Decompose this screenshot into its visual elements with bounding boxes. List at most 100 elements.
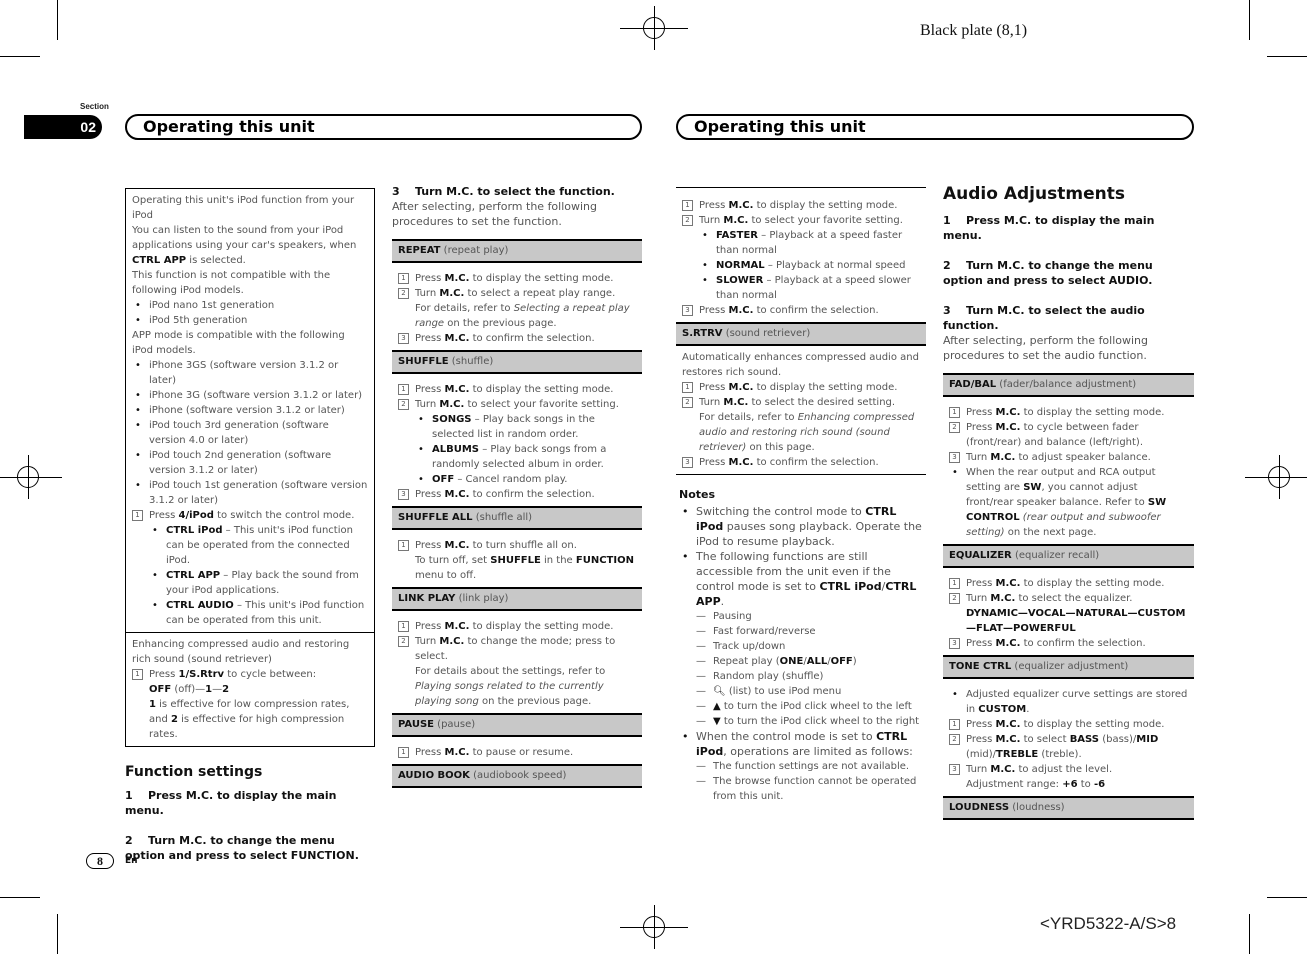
- notes-heading: Notes: [679, 488, 716, 501]
- page-title-right: Operating this unit: [676, 114, 1194, 140]
- triangle-up-icon: ▲: [713, 701, 721, 712]
- function-bar-srtrv: S.RTRV (sound retriever): [676, 322, 926, 346]
- cycle-values: OFF (off)—1—2: [149, 684, 230, 695]
- function-bar-link-play: LINK PLAY (link play): [392, 587, 642, 611]
- audio-bar-fad-bal: FAD/BAL (fader/balance adjustment): [943, 373, 1194, 397]
- page-title-left: Operating this unit: [125, 114, 642, 140]
- plate-label: Black plate (8,1): [920, 22, 1028, 39]
- step-1: 1 Press M.C. to display the setting mode.: [949, 576, 1188, 591]
- step-3: 3 Turn M.C. to adjust speaker balance.: [949, 450, 1188, 465]
- option-item: NORMAL – Playback at normal speed: [699, 258, 920, 273]
- step-3: 3 Press M.C. to confirm the selection.: [398, 331, 636, 346]
- audio-bar-tone-ctrl: TONE CTRL (equalizer adjustment): [943, 655, 1194, 679]
- step-number-icon: 3: [949, 452, 960, 463]
- step-heading: 2 Turn M.C. to change the menu option an…: [943, 259, 1157, 287]
- step-number-icon: 2: [682, 215, 693, 226]
- step-number-icon: 3: [398, 489, 409, 500]
- paragraph: This function is not compatible with the…: [132, 270, 331, 296]
- crop-mark: [1267, 56, 1307, 57]
- step-3: 3 Turn M.C. to adjust the level.: [949, 762, 1188, 777]
- mode-item: CTRL APP – Play back the sound from your…: [149, 568, 368, 598]
- list-item: iPod nano 1st generation: [132, 298, 368, 313]
- step-1: 1 Press M.C. to display the setting mode.: [398, 619, 636, 634]
- option-item: FASTER – Playback at a speed faster than…: [699, 228, 920, 258]
- note-item: Adjusted equalizer curve settings are st…: [949, 687, 1188, 717]
- step-number-icon: 3: [949, 638, 960, 649]
- registration-mark: [620, 905, 688, 949]
- sub-item: Repeat play (ONE/ALL/OFF): [696, 654, 923, 669]
- note-item: When the control mode is set to CTRL iPo…: [679, 729, 923, 759]
- step-number-icon: 1: [682, 200, 693, 211]
- step-1: 1 Press M.C. to display the setting mode.: [949, 717, 1188, 732]
- step-1: 1 Press M.C. to display the setting mode.: [398, 271, 636, 286]
- step-2: 2 Turn M.C. to change the mode; press to …: [398, 634, 636, 664]
- option-item: OFF – Cancel random play.: [415, 472, 636, 487]
- sub-item: The function settings are not available.: [696, 759, 923, 774]
- step-number-icon: 1: [132, 669, 143, 680]
- language-label: En: [125, 856, 138, 866]
- step-2: 2 Turn M.C. to select a repeat play range…: [398, 286, 636, 301]
- step-1: 1 Press M.C. to display the setting mode.: [949, 405, 1188, 420]
- mode-item: CTRL iPod – This unit's iPod function ca…: [149, 523, 368, 568]
- sub-item: ▼ to turn the iPod click wheel to the ri…: [696, 714, 923, 729]
- crop-mark: [57, 914, 58, 954]
- paragraph: You can listen to the sound from your iP…: [132, 225, 357, 266]
- step-number-icon: 1: [682, 382, 693, 393]
- step-2: 2 Turn M.C. to select your favorite setti…: [398, 397, 636, 412]
- step-1: 1 Press M.C. to display the setting mode.: [398, 382, 636, 397]
- ipod-app-info-box: Operating this unit's iPod function from…: [125, 188, 375, 747]
- step-1: 1 Press 1/S.Rtrv to cycle between:: [132, 667, 368, 682]
- mode-item: CTRL AUDIO – This unit's iPod function c…: [149, 598, 368, 628]
- detail: For details about the settings, refer to…: [415, 666, 606, 707]
- page-number: 8: [86, 853, 114, 869]
- step-2: 2 Press M.C. to select BASS (bass)/MID (m…: [949, 732, 1188, 762]
- note-item: When the rear output and RCA output sett…: [949, 465, 1188, 540]
- step-number-icon: 1: [398, 540, 409, 551]
- list-item: iPod touch 1st generation (software vers…: [132, 478, 368, 508]
- step-2: 2 Turn M.C. to select the desired setting…: [682, 395, 920, 410]
- step-1: 1 Press M.C. to display the setting mode.: [682, 380, 920, 395]
- step-3: 3 Press M.C. to confirm the selection.: [682, 455, 920, 470]
- step-number-icon: 1: [398, 273, 409, 284]
- document-code: <YRD5322-A/S>8: [1040, 914, 1177, 933]
- paragraph: Automatically enhances compressed audio …: [682, 352, 919, 378]
- step-2: 2 Turn M.C. to select the equalizer.: [949, 591, 1188, 606]
- sound-retriever-box: Enhancing compressed audio and restoring…: [126, 632, 374, 746]
- step-number-icon: 3: [398, 333, 409, 344]
- step-number-icon: 2: [949, 734, 960, 745]
- step-number-icon: 1: [949, 719, 960, 730]
- step-2: 2 Turn M.C. to select your favorite setti…: [682, 213, 920, 228]
- step-1: 1 Press M.C. to pause or resume.: [398, 745, 636, 760]
- step-number-icon: 1: [398, 621, 409, 632]
- list-item: iPod touch 3rd generation (software vers…: [132, 418, 368, 448]
- paragraph: 1 is effective for low compression rates…: [149, 699, 350, 740]
- paragraph: After selecting, perform the following p…: [392, 200, 598, 228]
- step-3: 3 Press M.C. to confirm the selection.: [682, 303, 920, 318]
- step-number-icon: 2: [398, 288, 409, 299]
- step-number-icon: 2: [949, 593, 960, 604]
- sub-item: Fast forward/reverse: [696, 624, 923, 639]
- search-icon: 🔍︎: [713, 686, 726, 697]
- registration-mark: [1245, 455, 1307, 499]
- step-number-icon: 1: [398, 747, 409, 758]
- crop-mark: [1249, 914, 1250, 954]
- step-2: 2 Press M.C. to cycle between fader (fron…: [949, 420, 1188, 450]
- note-item: The following functions are still access…: [679, 549, 923, 609]
- crop-mark: [0, 897, 40, 898]
- step-number-icon: 3: [682, 305, 693, 316]
- crop-mark: [1267, 897, 1307, 898]
- equalizer-list: DYNAMIC—VOCAL—NATURAL—CUSTOM—FLAT—POWERF…: [966, 608, 1186, 634]
- audio-bar-equalizer: EQUALIZER (equalizer recall): [943, 544, 1194, 568]
- step-1: 1 Press M.C. to turn shuffle all on.: [398, 538, 636, 553]
- function-bar-shuffle: SHUFFLE (shuffle): [392, 350, 642, 374]
- sub-item: 🔍︎ (list) to use iPod menu: [696, 684, 923, 699]
- function-settings-heading: Function settings: [125, 764, 263, 780]
- triangle-down-icon: ▼: [713, 716, 721, 727]
- detail: For details, refer to Selecting a repeat…: [415, 303, 630, 329]
- step-number-icon: 2: [682, 397, 693, 408]
- option-item: SLOWER – Playback at a speed slower than…: [699, 273, 920, 303]
- function-bar-shuffle-all: SHUFFLE ALL (shuffle all): [392, 506, 642, 530]
- section-label: Section: [80, 102, 109, 111]
- step-number-icon: 2: [949, 422, 960, 433]
- sub-item: Random play (shuffle): [696, 669, 923, 684]
